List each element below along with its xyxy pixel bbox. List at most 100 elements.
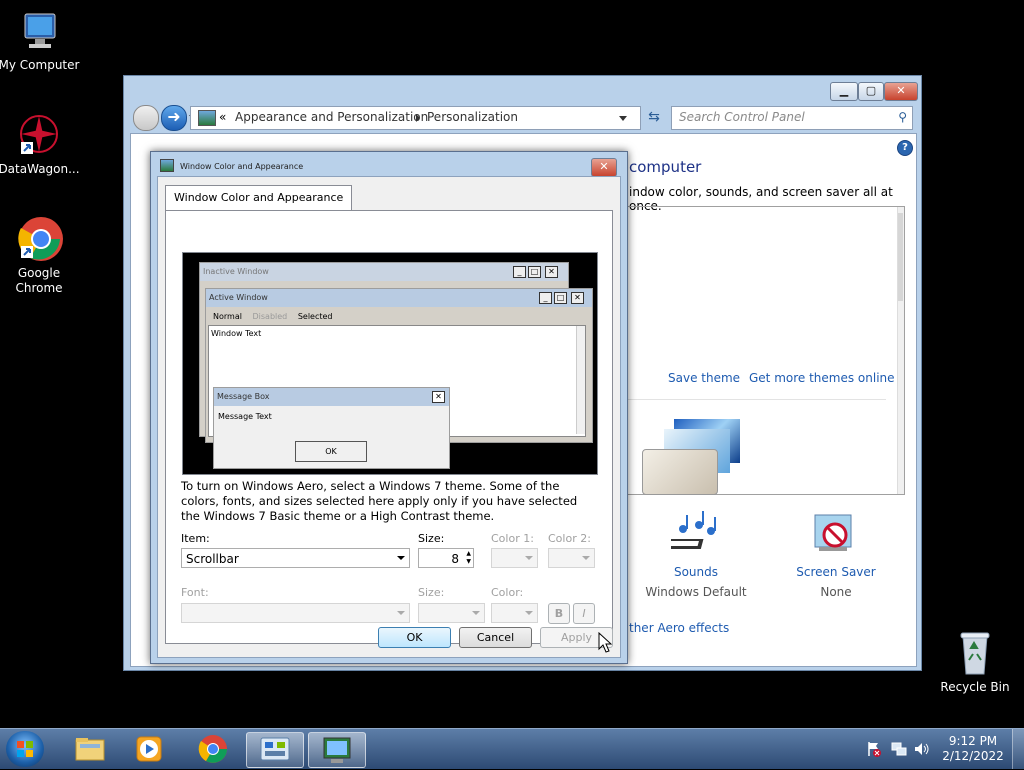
back-button[interactable] — [133, 105, 159, 131]
forward-button[interactable]: ➜ — [161, 105, 187, 131]
preview-active-title: Active Window — [206, 289, 592, 307]
desktop-icon-recycle-bin[interactable]: Recycle Bin — [933, 630, 1017, 695]
font-color-label: Color: — [491, 586, 524, 599]
taskbar-window-color[interactable] — [308, 732, 366, 768]
start-button[interactable] — [6, 731, 44, 767]
desktop-icon-label: DataWagon... — [0, 162, 80, 176]
dialog-close-button[interactable]: ✕ — [591, 158, 617, 177]
themes-divider — [626, 399, 886, 400]
clock[interactable]: 9:12 PM 2/12/2022 — [938, 734, 1008, 764]
preview-msgbox-text: Message Text — [218, 412, 272, 421]
get-more-themes-link[interactable]: Get more themes online — [749, 371, 895, 385]
desktop-icon-chrome[interactable]: Google Chrome — [0, 216, 81, 296]
address-bar[interactable]: « Appearance and Personalization Persona… — [190, 106, 641, 130]
refresh-button[interactable]: ⇆ — [642, 106, 666, 130]
preview-scrollbar — [576, 326, 585, 434]
screen-saver-icon[interactable] — [811, 511, 861, 557]
preview-msgbox-title: Message Box — [214, 388, 449, 406]
preview-menu-disabled: Disabled — [252, 312, 288, 321]
close-icon: ✕ — [545, 266, 558, 278]
mouse-cursor-icon — [598, 631, 613, 657]
breadcrumb-personalization[interactable]: Personalization — [427, 110, 518, 124]
preview-message-box: Message Box ✕ Message Text OK — [213, 387, 450, 469]
preview-ok-button: OK — [295, 441, 367, 462]
volume-icon[interactable] — [914, 741, 930, 757]
size-spinner[interactable]: 8 ▲ ▼ — [418, 548, 474, 568]
computer-icon — [15, 8, 63, 56]
taskbar-explorer[interactable] — [62, 732, 118, 766]
chevron-down-icon — [397, 611, 405, 615]
font-size-label: Size: — [418, 586, 445, 599]
page-heading: computer — [629, 158, 702, 176]
minimize-icon: _ — [539, 292, 552, 304]
chrome-icon — [15, 216, 63, 264]
font-size-select[interactable] — [418, 603, 485, 623]
sounds-icon[interactable] — [664, 511, 721, 557]
theme-thumbnail[interactable] — [640, 419, 760, 495]
preview-pane[interactable]: Inactive Window _ □ ✕ Active Window _ □ … — [182, 252, 598, 475]
taskbar-chrome[interactable] — [185, 732, 241, 766]
item-label: Item: — [181, 532, 210, 545]
taskbar-control-panel[interactable] — [246, 732, 304, 768]
clock-date: 2/12/2022 — [942, 749, 1004, 763]
taskbar: 9:12 PM 2/12/2022 — [0, 728, 1024, 769]
preview-menu-selected: Selected — [297, 312, 333, 321]
spin-up-icon[interactable]: ▲ — [466, 550, 471, 558]
address-dropdown-icon[interactable] — [619, 116, 627, 121]
desktop-icon-my-computer[interactable]: My Computer — [0, 8, 81, 73]
item-select-value: Scrollbar — [186, 552, 239, 566]
themes-list: Save theme Get more themes online — [626, 206, 905, 495]
breadcrumb-appearance[interactable]: Appearance and Personalization — [235, 110, 428, 124]
action-center-icon[interactable] — [866, 741, 882, 757]
chevron-down-icon — [525, 611, 533, 615]
minimize-button[interactable]: ▁ — [830, 82, 858, 101]
maximize-button[interactable]: ▢ — [858, 82, 884, 101]
sounds-link[interactable]: Sounds — [656, 565, 736, 579]
display-settings-icon — [323, 737, 351, 763]
save-theme-link[interactable]: Save theme — [668, 371, 740, 385]
font-color-picker[interactable] — [491, 603, 538, 623]
search-icon[interactable]: ⚲ — [898, 110, 907, 124]
color1-picker[interactable] — [491, 548, 538, 568]
desktop-icon-datawagon[interactable]: DataWagon... — [0, 112, 81, 177]
network-icon[interactable] — [891, 741, 907, 757]
italic-button[interactable]: I — [573, 603, 595, 624]
breadcrumb-overflow[interactable]: « — [219, 110, 226, 124]
ok-button[interactable]: OK — [378, 627, 451, 648]
chevron-down-icon — [525, 556, 533, 560]
chrome-icon — [198, 735, 227, 763]
bold-button[interactable]: B — [548, 603, 570, 624]
spin-down-icon[interactable]: ▼ — [466, 558, 471, 566]
close-icon: ✕ — [432, 391, 445, 403]
tab-window-color[interactable]: Window Color and Appearance — [165, 185, 353, 210]
item-select[interactable]: Scrollbar — [181, 548, 410, 568]
cancel-button[interactable]: Cancel — [459, 627, 532, 648]
help-icon[interactable]: ? — [897, 140, 913, 156]
media-player-icon — [136, 736, 162, 762]
screen-saver-value: None — [820, 585, 852, 599]
maximize-icon: □ — [528, 266, 541, 278]
desktop-icon-label: Recycle Bin — [940, 680, 1010, 694]
window-color-dialog: Window Color and Appearance ✕ Window Col… — [150, 151, 628, 664]
color2-picker[interactable] — [548, 548, 595, 568]
search-input[interactable]: Search Control Panel ⚲ — [671, 106, 913, 130]
windows-logo-icon — [17, 741, 33, 757]
folder-icon — [75, 738, 105, 761]
sounds-value: Windows Default — [645, 585, 747, 599]
themes-scrollbar[interactable] — [897, 207, 904, 494]
datawagon-icon — [15, 112, 63, 160]
control-panel-icon — [198, 110, 216, 126]
screen-saver-link[interactable]: Screen Saver — [786, 565, 886, 579]
tab-panel: Inactive Window _ □ ✕ Active Window _ □ … — [165, 210, 613, 644]
dialog-body: Window Color and Appearance Inactive Win… — [157, 176, 621, 658]
font-select[interactable] — [181, 603, 410, 623]
show-desktop-button[interactable] — [1012, 729, 1024, 769]
taskbar-media-player[interactable] — [121, 732, 177, 766]
close-button[interactable]: ✕ — [884, 82, 918, 101]
chevron-down-icon — [397, 556, 405, 560]
aero-effects-link[interactable]: ther Aero effects — [629, 621, 729, 635]
breadcrumb-arrow-icon — [416, 114, 420, 122]
size-spinner-value: 8 — [451, 552, 459, 566]
control-panel-icon — [260, 737, 290, 761]
clock-time: 9:12 PM — [948, 734, 998, 748]
